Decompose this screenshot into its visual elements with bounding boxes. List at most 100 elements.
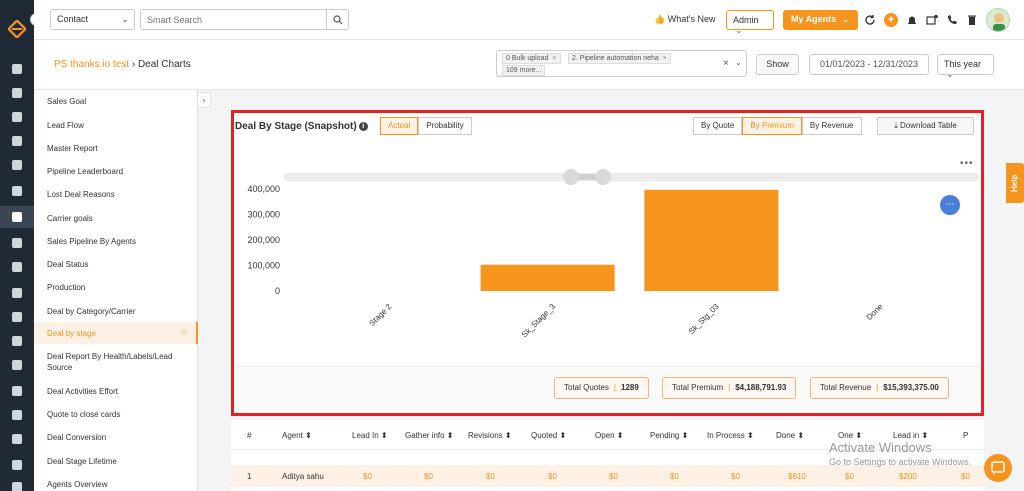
user-avatar[interactable]: [986, 8, 1010, 32]
clear-filter-icon[interactable]: ×: [723, 58, 729, 69]
x-tick-label: Stage 2: [367, 302, 393, 328]
chart-menu-button[interactable]: ⋯: [940, 195, 960, 215]
trash-icon[interactable]: [966, 14, 978, 26]
column-header[interactable]: Agent ⬍: [282, 431, 312, 440]
contacts-icon[interactable]: [0, 82, 34, 104]
info-icon[interactable]: i: [358, 122, 368, 131]
show-button[interactable]: Show: [756, 54, 799, 75]
report-item-lead-flow[interactable]: Lead Flow: [34, 120, 198, 131]
chevron-down-icon: ⌄: [946, 69, 954, 79]
report-item-carrier-goals[interactable]: Carrier goals: [34, 213, 198, 224]
column-header[interactable]: Quoted ⬍: [531, 431, 566, 440]
download-table-button[interactable]: ⤓ Download Table: [877, 117, 974, 135]
remove-tag-icon[interactable]: ×: [552, 55, 556, 62]
report-item-pipeline-leaderboard[interactable]: Pipeline Leaderboard: [34, 166, 198, 177]
table-row[interactable]: 1 Aditya sahu $0 $0 $0 $0 $0 $0 $0 $610 …: [231, 465, 984, 487]
folder-icon[interactable]: [0, 306, 34, 328]
whats-new-link[interactable]: 👍 What's New: [654, 14, 715, 25]
bell-icon[interactable]: [906, 14, 918, 26]
star-icon[interactable]: ☆: [180, 327, 188, 338]
admin-dropdown[interactable]: Admin ⌄: [726, 10, 774, 35]
report-item-quote-to-close-cards[interactable]: Quote to close cards: [34, 409, 198, 420]
breadcrumb-link[interactable]: PS thanks.io test: [54, 59, 129, 70]
report-item-deal-by-category-carrier[interactable]: Deal by Category/Carrier: [34, 306, 198, 317]
column-header[interactable]: Lead In ⬍: [352, 431, 388, 440]
report-item-deal-by-stage[interactable]: Deal by stage ☆: [34, 322, 198, 344]
calendar-icon[interactable]: [0, 380, 34, 402]
report-item-deal-conversion[interactable]: Deal Conversion: [34, 432, 198, 443]
notification-badge-icon[interactable]: [926, 14, 938, 26]
mail-icon[interactable]: [0, 404, 34, 426]
column-header[interactable]: Revisions ⬍: [468, 431, 512, 440]
funnel-icon[interactable]: [0, 206, 34, 228]
google-icon[interactable]: [0, 330, 34, 352]
report-item-master-report[interactable]: Master Report: [34, 143, 198, 154]
probability-toggle[interactable]: Probability: [418, 117, 472, 135]
column-header[interactable]: P: [963, 431, 968, 440]
contact-type-select[interactable]: Contact ⌄: [50, 9, 135, 30]
id-card-icon[interactable]: [0, 180, 34, 202]
by-revenue-toggle[interactable]: By Revenue: [801, 117, 862, 135]
chat-button[interactable]: [984, 454, 1012, 482]
dashboard-icon[interactable]: [0, 58, 34, 80]
user-avatar-icon: [993, 13, 1005, 31]
book-icon[interactable]: [0, 476, 34, 491]
report-item-deal-status[interactable]: Deal Status: [34, 259, 198, 270]
brand-logo-icon[interactable]: [8, 20, 26, 38]
search-button[interactable]: [326, 9, 349, 30]
my-agents-dropdown[interactable]: My Agents ⌄: [783, 10, 858, 30]
period-select[interactable]: This year ⌄: [937, 54, 994, 79]
collapse-sidebar-button[interactable]: ›: [197, 92, 211, 108]
report-item-sales-goal[interactable]: Sales Goal: [34, 96, 198, 107]
chevron-down-icon[interactable]: ⌄: [735, 58, 742, 67]
documents-icon[interactable]: [0, 106, 34, 128]
chevron-down-icon: ⌄: [735, 25, 743, 35]
column-header[interactable]: Open ⬍: [595, 431, 624, 440]
chart-scroll-track[interactable]: [284, 173, 979, 181]
chart-scroll-handle-right[interactable]: [595, 169, 611, 185]
chart-scroll-handle-left[interactable]: [563, 169, 579, 185]
report-item-deal-stage-lifetime[interactable]: Deal Stage Lifetime: [34, 456, 198, 467]
y-tick-label: 0: [275, 286, 280, 296]
help-tab[interactable]: Help: [1006, 163, 1024, 203]
pipeline-tag[interactable]: 0 Bulk upload ×: [502, 53, 561, 64]
column-header[interactable]: Gather info ⬍: [405, 431, 454, 440]
pipeline-tag[interactable]: 2. Pipeline automation neha ×: [568, 53, 671, 64]
report-item-lost-deal-reasons[interactable]: Lost Deal Reasons: [34, 189, 198, 200]
smart-search-input[interactable]: [140, 9, 326, 30]
column-header[interactable]: #: [247, 431, 251, 440]
column-header[interactable]: One ⬍: [838, 431, 862, 440]
column-header[interactable]: Lead in ⬍: [893, 431, 928, 440]
pipeline-filter-select[interactable]: 0 Bulk upload × 2. Pipeline automation ne…: [496, 50, 747, 77]
remove-tag-icon[interactable]: ×: [663, 55, 667, 62]
x-tick-label: Sk_Stage_3: [520, 302, 558, 340]
refresh-icon[interactable]: [864, 14, 876, 26]
report-item-deal-activities-effort[interactable]: Deal Activities Effort: [34, 386, 198, 397]
date-range-input[interactable]: 01/01/2023 - 12/31/2023: [809, 54, 929, 75]
report-item-agents-overview[interactable]: Agents Overview: [34, 479, 198, 490]
total-revenue-badge: Total Revenue | $15,393,375.00: [810, 377, 949, 399]
mobile-icon[interactable]: [0, 256, 34, 278]
download-icon: ⤓: [894, 121, 898, 130]
by-premium-toggle[interactable]: By Premium: [742, 117, 802, 135]
phone-icon[interactable]: [946, 14, 958, 26]
add-icon[interactable]: +: [884, 13, 898, 27]
by-quote-toggle[interactable]: By Quote: [693, 117, 743, 135]
chart-bar[interactable]: [480, 264, 615, 291]
report-item-production[interactable]: Production: [34, 282, 198, 293]
megaphone-icon[interactable]: [0, 232, 34, 254]
bank-icon[interactable]: [0, 130, 34, 152]
column-header[interactable]: Done ⬍: [776, 431, 804, 440]
chart-bar[interactable]: [644, 189, 779, 291]
column-header[interactable]: Pending ⬍: [650, 431, 688, 440]
report-item-deal-report-by-health[interactable]: Deal Report By Health/Labels/Lead Source: [34, 351, 198, 373]
dollar-icon[interactable]: [0, 454, 34, 476]
report-item-sales-pipeline-by-agents[interactable]: Sales Pipeline By Agents: [34, 236, 198, 247]
signature-icon[interactable]: [0, 428, 34, 450]
actual-toggle[interactable]: Actual: [380, 117, 419, 135]
analytics-icon[interactable]: [0, 282, 34, 304]
settings-icon[interactable]: [0, 354, 34, 376]
column-header[interactable]: In Process ⬍: [707, 431, 754, 440]
calculator-icon[interactable]: [0, 154, 34, 176]
pipeline-tag-more[interactable]: 109 more...: [502, 65, 546, 76]
